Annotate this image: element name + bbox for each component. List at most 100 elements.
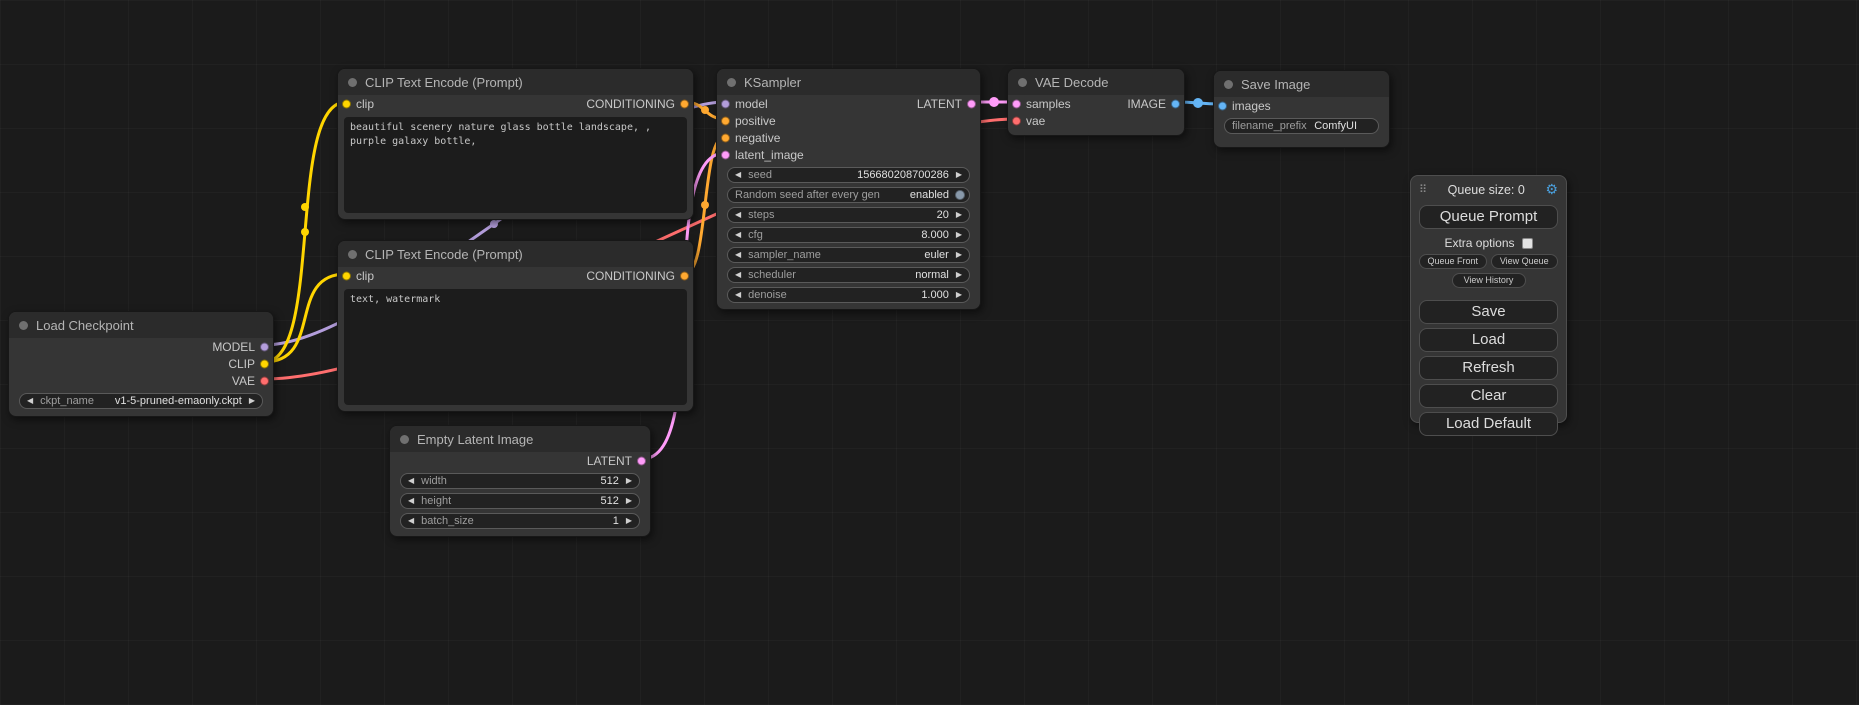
output-slot-model[interactable] — [260, 342, 269, 351]
node-title-bar[interactable]: CLIP Text Encode (Prompt) — [338, 241, 693, 267]
widget-name: filename_prefix — [1232, 120, 1307, 132]
load-default-button[interactable]: Load Default — [1419, 412, 1558, 436]
decrement-arrow-icon[interactable]: ◀ — [408, 497, 414, 505]
decrement-arrow-icon[interactable]: ◀ — [735, 291, 741, 299]
decrement-arrow-icon[interactable]: ◀ — [735, 211, 741, 219]
node-title-bar[interactable]: VAE Decode — [1008, 69, 1184, 95]
output-slot-clip[interactable] — [260, 359, 269, 368]
collapse-dot-icon[interactable] — [348, 78, 357, 87]
decrement-arrow-icon[interactable]: ◀ — [735, 251, 741, 259]
collapse-dot-icon[interactable] — [400, 435, 409, 444]
node-clip-text-encode-negative[interactable]: CLIP Text Encode (Prompt) clip CONDITION… — [337, 240, 694, 412]
input-slot-negative[interactable] — [721, 133, 730, 142]
collapse-dot-icon[interactable] — [348, 250, 357, 259]
widget-height[interactable]: ◀ height 512 ▶ — [400, 493, 640, 509]
widget-name: ckpt_name — [40, 395, 94, 407]
node-title-bar[interactable]: Empty Latent Image — [390, 426, 650, 452]
increment-arrow-icon[interactable]: ▶ — [956, 291, 962, 299]
node-title-bar[interactable]: CLIP Text Encode (Prompt) — [338, 69, 693, 95]
input-label-latent-image: latent_image — [735, 148, 804, 162]
widget-value: 1.000 — [921, 289, 949, 301]
node-title-bar[interactable]: KSampler — [717, 69, 980, 95]
increment-arrow-icon[interactable]: ▶ — [626, 497, 632, 505]
wire-dot-conditioning-negative — [701, 201, 709, 209]
input-slot-clip[interactable] — [342, 99, 351, 108]
increment-arrow-icon[interactable]: ▶ — [626, 517, 632, 525]
increment-arrow-icon[interactable]: ▶ — [626, 477, 632, 485]
increment-arrow-icon[interactable]: ▶ — [249, 397, 255, 405]
refresh-button[interactable]: Refresh — [1419, 356, 1558, 380]
node-ksampler[interactable]: KSampler model LATENT positive negative … — [716, 68, 981, 310]
node-clip-text-encode-positive[interactable]: CLIP Text Encode (Prompt) clip CONDITION… — [337, 68, 694, 220]
settings-gear-icon[interactable]: ⚙ — [1545, 181, 1558, 198]
drag-handle-icon[interactable]: ⠿ — [1419, 183, 1427, 196]
input-label-vae: vae — [1026, 114, 1045, 128]
input-slot-model[interactable] — [721, 99, 730, 108]
queue-prompt-button[interactable]: Queue Prompt — [1419, 205, 1558, 229]
collapse-dot-icon[interactable] — [1018, 78, 1027, 87]
load-button[interactable]: Load — [1419, 328, 1558, 352]
collapse-dot-icon[interactable] — [19, 321, 28, 330]
widget-value: 512 — [600, 475, 618, 487]
widget-value: ComfyUI — [1314, 120, 1357, 132]
decrement-arrow-icon[interactable]: ◀ — [735, 271, 741, 279]
widget-denoise[interactable]: ◀ denoise 1.000 ▶ — [727, 287, 970, 303]
output-slot-image[interactable] — [1171, 99, 1180, 108]
input-slot-positive[interactable] — [721, 116, 730, 125]
widget-width[interactable]: ◀ width 512 ▶ — [400, 473, 640, 489]
input-slot-clip[interactable] — [342, 271, 351, 280]
prompt-textarea[interactable]: text, watermark — [344, 289, 687, 405]
widget-cfg[interactable]: ◀ cfg 8.000 ▶ — [727, 227, 970, 243]
view-history-button[interactable]: View History — [1452, 273, 1526, 288]
output-slot-latent[interactable] — [967, 99, 976, 108]
widget-batch-size[interactable]: ◀ batch_size 1 ▶ — [400, 513, 640, 529]
input-slot-latent-image[interactable] — [721, 150, 730, 159]
queue-front-button[interactable]: Queue Front — [1419, 254, 1487, 269]
output-label-vae: VAE — [232, 374, 255, 388]
view-queue-button[interactable]: View Queue — [1491, 254, 1559, 269]
widget-seed[interactable]: ◀ seed 156680208700286 ▶ — [727, 167, 970, 183]
widget-steps[interactable]: ◀ steps 20 ▶ — [727, 207, 970, 223]
wire-dot-clip-negative — [301, 203, 309, 211]
node-empty-latent-image[interactable]: Empty Latent Image LATENT ◀ width 512 ▶ … — [389, 425, 651, 537]
widget-scheduler[interactable]: ◀ scheduler normal ▶ — [727, 267, 970, 283]
widget-filename-prefix[interactable]: filename_prefix ComfyUI — [1224, 118, 1379, 134]
collapse-dot-icon[interactable] — [727, 78, 736, 87]
widget-ckpt-name[interactable]: ◀ ckpt_name v1-5-pruned-emaonly.ckpt ▶ — [19, 393, 263, 409]
node-title-bar[interactable]: Load Checkpoint — [9, 312, 273, 338]
widget-value: 1 — [613, 515, 619, 527]
node-graph-canvas[interactable]: Load Checkpoint MODEL CLIP VAE ◀ ckpt_na… — [0, 0, 1859, 705]
increment-arrow-icon[interactable]: ▶ — [956, 211, 962, 219]
widget-sampler-name[interactable]: ◀ sampler_name euler ▶ — [727, 247, 970, 263]
decrement-arrow-icon[interactable]: ◀ — [735, 171, 741, 179]
extra-options-checkbox[interactable] — [1522, 238, 1533, 249]
output-slot-vae[interactable] — [260, 376, 269, 385]
decrement-arrow-icon[interactable]: ◀ — [408, 477, 414, 485]
node-save-image[interactable]: Save Image images filename_prefix ComfyU… — [1213, 70, 1390, 148]
decrement-arrow-icon[interactable]: ◀ — [27, 397, 33, 405]
toggle-knob[interactable] — [955, 190, 965, 200]
node-vae-decode[interactable]: VAE Decode samples IMAGE vae — [1007, 68, 1185, 136]
increment-arrow-icon[interactable]: ▶ — [956, 171, 962, 179]
node-load-checkpoint[interactable]: Load Checkpoint MODEL CLIP VAE ◀ ckpt_na… — [8, 311, 274, 417]
output-slot-conditioning[interactable] — [680, 271, 689, 280]
widget-value: 20 — [937, 209, 949, 221]
prompt-textarea[interactable]: beautiful scenery nature glass bottle la… — [344, 117, 687, 213]
node-title-bar[interactable]: Save Image — [1214, 71, 1389, 97]
output-slot-latent[interactable] — [637, 456, 646, 465]
decrement-arrow-icon[interactable]: ◀ — [735, 231, 741, 239]
node-title: CLIP Text Encode (Prompt) — [365, 247, 523, 262]
extra-options-row: Extra options — [1411, 236, 1566, 250]
increment-arrow-icon[interactable]: ▶ — [956, 231, 962, 239]
input-slot-vae[interactable] — [1012, 116, 1021, 125]
increment-arrow-icon[interactable]: ▶ — [956, 271, 962, 279]
input-slot-images[interactable] — [1218, 101, 1227, 110]
input-slot-samples[interactable] — [1012, 99, 1021, 108]
collapse-dot-icon[interactable] — [1224, 80, 1233, 89]
clear-button[interactable]: Clear — [1419, 384, 1558, 408]
widget-random-seed-toggle[interactable]: Random seed after every gen enabled — [727, 187, 970, 203]
increment-arrow-icon[interactable]: ▶ — [956, 251, 962, 259]
decrement-arrow-icon[interactable]: ◀ — [408, 517, 414, 525]
save-button[interactable]: Save — [1419, 300, 1558, 324]
output-slot-conditioning[interactable] — [680, 99, 689, 108]
